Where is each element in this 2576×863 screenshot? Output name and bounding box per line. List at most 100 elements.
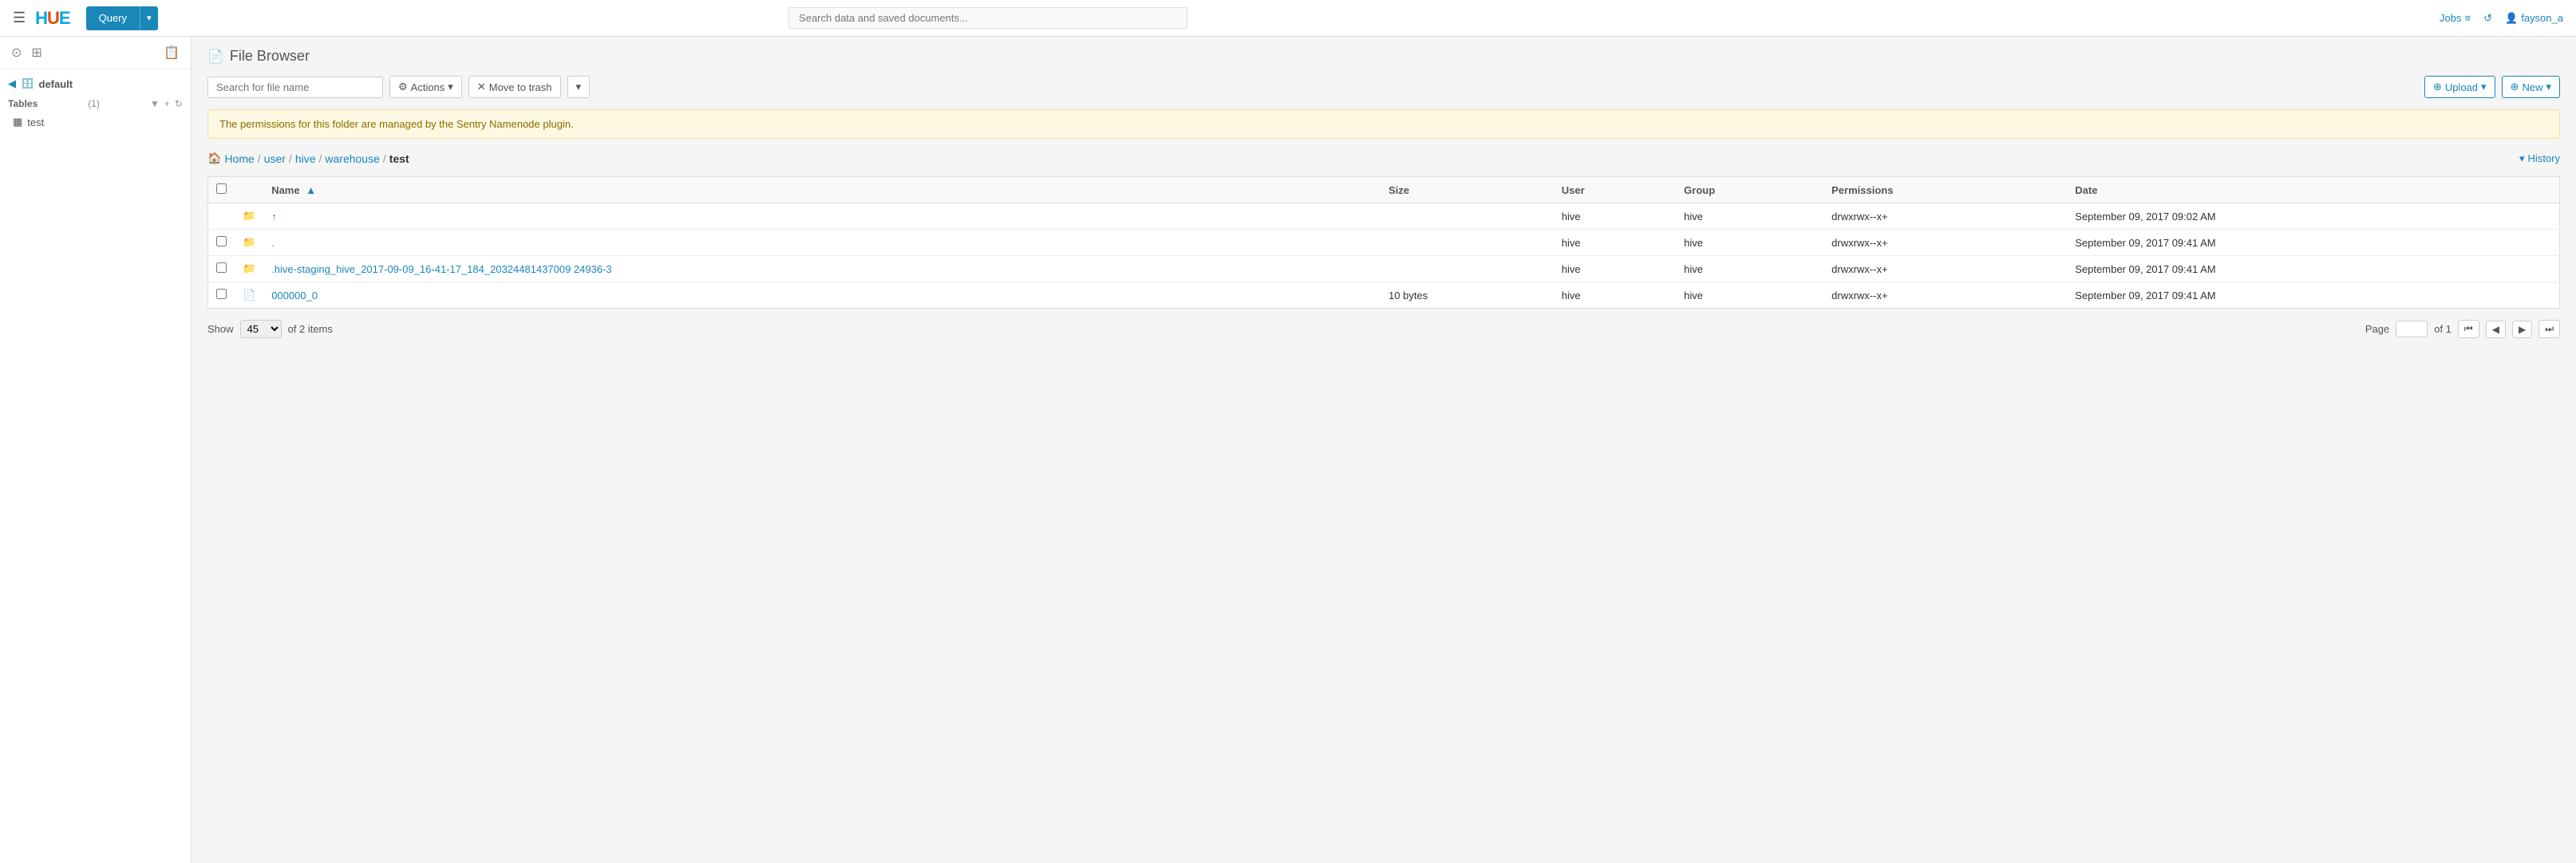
file-link[interactable]: . — [271, 237, 275, 249]
user-icon: 👤 — [2505, 12, 2518, 25]
next-page-button[interactable]: ▶ — [2512, 321, 2532, 338]
filebrowser-toolbar: ⚙ Actions ▾ ✕ Move to trash ▾ ⊕ Upload ▾… — [207, 76, 2560, 98]
page-input[interactable]: 1 — [2396, 321, 2428, 337]
sidebar-content: ◀ 🗄 default Tables (1) ▼ + ↻ ▦ test — [0, 69, 191, 140]
breadcrumb: 🏠 Home / user / hive / warehouse / test — [207, 152, 409, 165]
show-select[interactable]: 45 25 100 — [240, 320, 282, 338]
row-name-cell: . — [263, 230, 1381, 256]
breadcrumb-sep3: / — [319, 152, 322, 165]
select-all-checkbox[interactable] — [216, 183, 227, 194]
sidebar-filter-icon[interactable]: ▼ — [150, 98, 160, 109]
new-dropdown-icon: ▾ — [2546, 81, 2551, 93]
row-permissions-cell: drwxrwx--x+ — [1823, 230, 2067, 256]
row-checkbox[interactable] — [216, 262, 227, 273]
sidebar-item-test[interactable]: ▦ test — [8, 112, 183, 132]
sidebar-add-icon[interactable]: + — [164, 98, 170, 109]
of-pages-label: of 1 — [2434, 323, 2452, 335]
col-date-header: Date — [2067, 177, 2559, 203]
sidebar-db-icon2: 🗄 — [21, 77, 34, 90]
history-icon[interactable]: ↺ — [2483, 12, 2492, 25]
sidebar-refresh-icon[interactable]: ↻ — [175, 98, 183, 109]
hamburger-menu[interactable]: ☰ — [13, 10, 26, 26]
sidebar-docs-icon[interactable]: ⊞ — [31, 45, 41, 61]
app-logo: HUE — [35, 8, 69, 29]
global-search-input[interactable] — [788, 7, 1187, 29]
file-link[interactable]: ↑ — [271, 211, 277, 223]
sidebar-tables-count: (1) — [88, 98, 100, 109]
navbar-right-section: Jobs ≡ ↺ 👤 fayson_a — [2440, 12, 2563, 25]
row-type-icon: 📄 — [235, 282, 263, 309]
row-checkbox[interactable] — [216, 236, 227, 246]
user-menu[interactable]: 👤 fayson_a — [2505, 12, 2563, 25]
sidebar-db-icon[interactable]: ⊙ — [11, 45, 22, 61]
warning-banner: The permissions for this folder are mana… — [207, 109, 2560, 139]
sidebar-db-name: default — [39, 78, 73, 90]
history-dropdown-icon: ▾ — [2519, 152, 2525, 165]
file-table: Name ▲ Size User Group Permissions Date … — [207, 176, 2560, 309]
breadcrumb-hive[interactable]: hive — [295, 152, 316, 165]
filebrowser-title-icon: 📄 — [207, 49, 223, 65]
row-type-icon: 📁 — [235, 203, 263, 230]
table-name-label: test — [27, 116, 44, 128]
row-permissions-cell: drwxrwx--x+ — [1823, 282, 2067, 309]
sidebar-tables-label: Tables — [8, 98, 38, 109]
sidebar-tables-section: Tables (1) ▼ + ↻ — [8, 95, 183, 112]
move-to-trash-button[interactable]: ✕ Move to trash — [468, 76, 561, 98]
file-search-input[interactable] — [207, 77, 383, 98]
upload-dropdown-icon: ▾ — [2481, 81, 2487, 93]
actions-dropdown-icon: ▾ — [448, 81, 453, 93]
row-checkbox-cell — [208, 256, 235, 282]
row-permissions-cell: drwxrwx--x+ — [1823, 203, 2067, 230]
row-size-cell: 10 bytes — [1381, 282, 1554, 309]
sidebar-back-button[interactable]: ◀ 🗄 default — [8, 77, 183, 90]
row-group-cell: hive — [1676, 256, 1823, 282]
row-size-cell — [1381, 256, 1554, 282]
row-group-cell: hive — [1676, 203, 1823, 230]
prev-page-button[interactable]: ◀ — [2486, 321, 2506, 338]
main-content: 📄 File Browser ⚙ Actions ▾ ✕ Move to tra… — [192, 37, 2576, 863]
actions-label: Actions — [411, 81, 445, 93]
jobs-label: Jobs — [2440, 12, 2461, 24]
actions-button[interactable]: ⚙ Actions ▾ — [389, 76, 462, 98]
show-label: Show — [207, 323, 234, 335]
jobs-link[interactable]: Jobs ≡ — [2440, 12, 2471, 24]
sidebar-actions: ▼ + ↻ — [150, 98, 183, 109]
file-table-body: 📁↑hivehivedrwxrwx--x+September 09, 2017 … — [208, 203, 2560, 309]
row-checkbox-cell — [208, 282, 235, 309]
query-button-group: Query ▾ — [86, 6, 158, 30]
move-trash-icon: ✕ — [477, 81, 486, 93]
pagination-left: Show 45 25 100 of 2 items — [207, 320, 333, 338]
last-page-button[interactable]: ⏭ — [2538, 320, 2560, 338]
actions-icon: ⚙ — [398, 81, 408, 93]
query-button[interactable]: Query — [86, 6, 140, 30]
logo-h: H — [35, 8, 47, 28]
upload-label: Upload — [2445, 81, 2478, 93]
breadcrumb-warehouse[interactable]: warehouse — [325, 152, 380, 165]
row-checkbox[interactable] — [216, 289, 227, 299]
breadcrumb-home[interactable]: Home — [224, 152, 254, 165]
row-date-cell: September 09, 2017 09:41 AM — [2067, 230, 2559, 256]
col-name-header[interactable]: Name ▲ — [263, 177, 1381, 203]
file-link[interactable]: 000000_0 — [271, 290, 318, 301]
filebrowser-header: 📄 File Browser — [207, 48, 2560, 65]
history-button[interactable]: ▾ History — [2519, 152, 2560, 165]
warning-text: The permissions for this folder are mana… — [219, 118, 574, 130]
sidebar-clipboard-icon[interactable]: 📋 — [164, 45, 180, 61]
query-dropdown-button[interactable]: ▾ — [140, 6, 158, 30]
first-page-button[interactable]: ⏮ — [2458, 320, 2479, 338]
file-link[interactable]: .hive-staging_hive_2017-09-09_16-41-17_1… — [271, 263, 611, 275]
row-user-cell: hive — [1554, 203, 1676, 230]
breadcrumb-sep4: / — [383, 152, 386, 165]
breadcrumb-user[interactable]: user — [264, 152, 286, 165]
table-row: 📁↑hivehivedrwxrwx--x+September 09, 2017 … — [208, 203, 2560, 230]
toolbar-dropdown-button[interactable]: ▾ — [567, 76, 591, 98]
row-user-cell: hive — [1554, 230, 1676, 256]
sidebar-icon-bar: ⊙ ⊞ 📋 — [0, 37, 191, 69]
upload-button[interactable]: ⊕ Upload ▾ — [2424, 76, 2495, 98]
row-date-cell: September 09, 2017 09:41 AM — [2067, 256, 2559, 282]
page-label: Page — [2365, 323, 2389, 335]
new-button[interactable]: ⊕ New ▾ — [2502, 76, 2560, 98]
breadcrumb-current: test — [389, 152, 409, 165]
row-size-cell — [1381, 230, 1554, 256]
items-count-label: of 2 items — [288, 323, 333, 335]
